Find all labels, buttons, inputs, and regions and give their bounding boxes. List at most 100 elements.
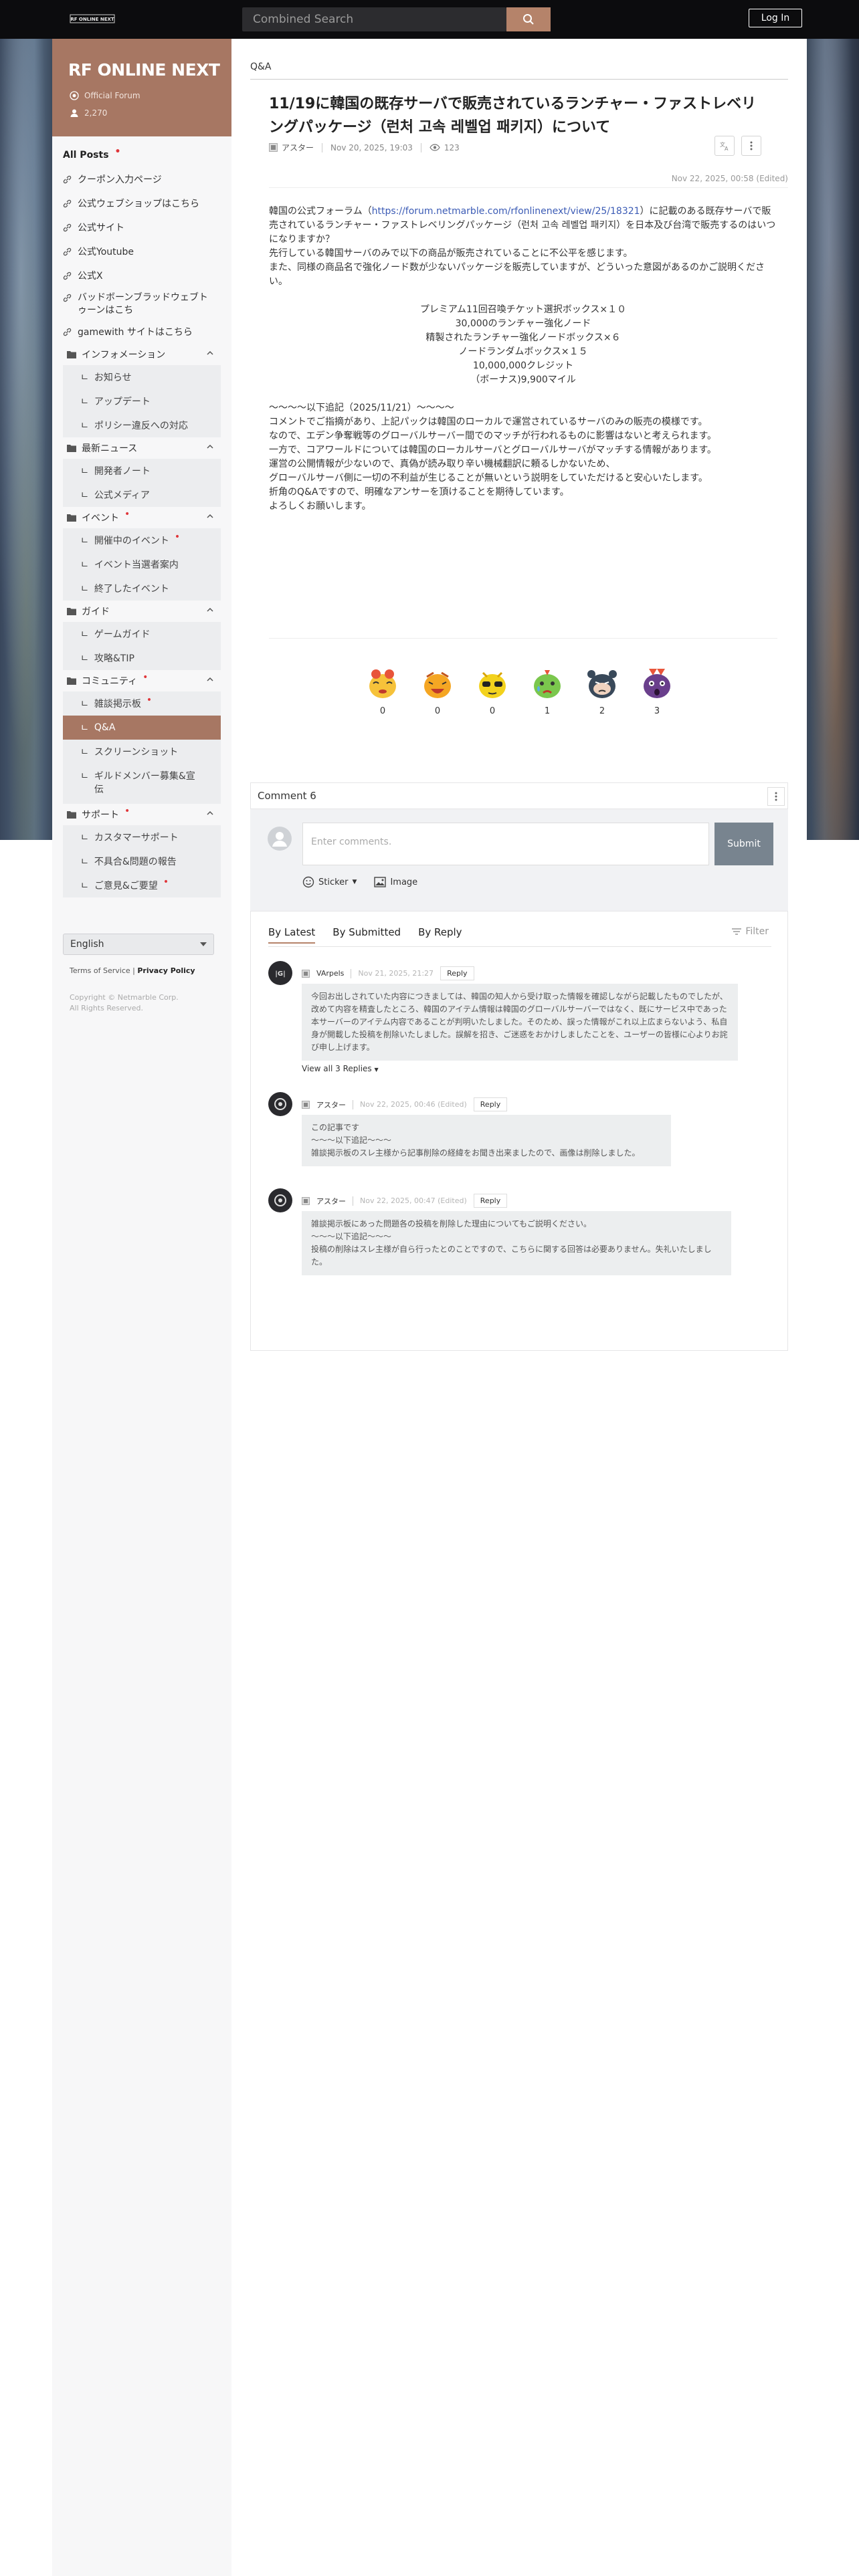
- sidebar-item-x[interactable]: 公式X: [63, 263, 221, 288]
- main-content: Q&A 11/19に韓国の既存サーバで販売されているランチャー・ファストレベリン…: [231, 39, 807, 2576]
- sidebar-item-event-winners[interactable]: ㄴイベント当選者案内: [63, 552, 221, 576]
- comment-input[interactable]: Enter comments.: [302, 823, 709, 865]
- sidebar-category-support[interactable]: サポート •: [63, 804, 221, 825]
- addendum-line: コメントでご指摘があり、上記パックは韓国のローカルで運営されているサーバのみの販…: [269, 417, 708, 427]
- chevron-up-icon[interactable]: [206, 606, 214, 614]
- sidebar-item-label: イベント当選者案内: [94, 560, 179, 570]
- sidebar-item-youtube[interactable]: 公式Youtube: [63, 239, 221, 263]
- forum-link[interactable]: https://forum.netmarble.com/rfonlinenext…: [372, 206, 640, 217]
- forum-title[interactable]: RF ONLINE NEXT: [68, 60, 220, 80]
- sidebar-item-webshop[interactable]: 公式ウェブショップはこちら: [63, 191, 221, 215]
- paragraph: 先行している韓国サーバのみで以下の商品が販売されていることに不公平を感じます。: [269, 248, 633, 259]
- sticker-button[interactable]: Sticker ▼: [302, 876, 357, 888]
- submit-button[interactable]: Submit: [714, 823, 773, 865]
- sidebar-item-guild-recruit[interactable]: ㄴギルドメンバー募集&宣伝: [63, 764, 221, 804]
- sidebar-item-media[interactable]: ㄴ公式メディア: [63, 483, 221, 507]
- sidebar-item-gamewith[interactable]: gamewith サイトはこちら: [63, 320, 221, 344]
- avatar[interactable]: [268, 1092, 292, 1116]
- reply-button[interactable]: Reply: [473, 1097, 508, 1111]
- view-replies-button[interactable]: View all 3 Replies ▼: [302, 1064, 379, 1073]
- sidebar-item-update[interactable]: ㄴアップデート: [63, 389, 221, 413]
- avatar[interactable]: |G|: [268, 961, 292, 985]
- sidebar-item-notice[interactable]: ㄴお知らせ: [63, 365, 221, 389]
- chevron-up-icon[interactable]: [206, 809, 214, 817]
- login-button[interactable]: Log In: [749, 9, 802, 27]
- new-dot: •: [163, 877, 169, 887]
- tab-by-submitted[interactable]: By Submitted: [332, 926, 401, 944]
- sidebar-category-events[interactable]: イベント •: [63, 507, 221, 528]
- chevron-down-icon: [200, 942, 207, 946]
- tab-by-reply[interactable]: By Reply: [418, 926, 462, 944]
- chevron-up-icon[interactable]: [206, 512, 214, 520]
- privacy-link[interactable]: Privacy Policy: [137, 966, 195, 975]
- reaction-cool[interactable]: 0: [472, 665, 512, 716]
- rank-badge-icon: [269, 143, 278, 152]
- sidebar-item-webtoon[interactable]: バッドボーンブラッドウェブトゥーンはこち: [63, 288, 221, 320]
- reaction-angry[interactable]: 2: [582, 665, 622, 716]
- sidebar-category-information[interactable]: インフォメーション: [63, 344, 221, 365]
- reply-button[interactable]: Reply: [473, 1194, 508, 1208]
- reaction-count: 2: [599, 706, 605, 716]
- reply-button[interactable]: Reply: [440, 966, 474, 980]
- sidebar-item-label: アップデート: [94, 397, 151, 407]
- comment-author[interactable]: VArpels: [316, 969, 344, 978]
- sidebar-item-customer-support[interactable]: ㄴカスタマーサポート: [63, 825, 221, 849]
- sub-arrow-icon: ㄴ: [80, 397, 89, 407]
- post-meta: アスター Nov 20, 2025, 19:03 123: [269, 142, 460, 153]
- sidebar-item-dev-notes[interactable]: ㄴ開発者ノート: [63, 459, 221, 483]
- comment-more-button[interactable]: [767, 787, 785, 806]
- sidebar-category-news[interactable]: 最新ニュース: [63, 437, 221, 459]
- all-posts-label: All Posts: [63, 150, 109, 160]
- sidebar-item-game-guide[interactable]: ㄴゲームガイド: [63, 622, 221, 646]
- category-label: インフォメーション: [82, 350, 166, 360]
- translate-button[interactable]: 文A: [714, 136, 735, 156]
- comment-line: この記事です: [311, 1123, 360, 1132]
- cool-emoji-icon: [479, 671, 506, 698]
- sidebar-item-label: ギルドメンバー募集&宣伝: [94, 771, 195, 795]
- sidebar-item-policy[interactable]: ㄴポリシー違反への対応: [63, 413, 221, 437]
- chevron-up-icon[interactable]: [206, 675, 214, 683]
- filter-button[interactable]: Filter: [732, 926, 769, 937]
- comment-list: By Latest By Submitted By Reply Filter |…: [250, 911, 788, 1351]
- site-logo[interactable]: RF ONLINE NEXT: [69, 9, 116, 28]
- sidebar-item-coupon[interactable]: クーポン入力ページ: [63, 167, 221, 191]
- sidebar-item-label: ゲームガイド: [94, 629, 151, 640]
- comment-count-title: Comment 6: [258, 790, 316, 802]
- reaction-laugh[interactable]: 0: [417, 665, 458, 716]
- chevron-up-icon[interactable]: [206, 349, 214, 357]
- reaction-love[interactable]: 0: [363, 665, 403, 716]
- search-button[interactable]: [506, 7, 551, 31]
- sidebar-item-ended-events[interactable]: ㄴ終了したイベント: [63, 576, 221, 601]
- comment-meta: アスター Nov 22, 2025, 00:46 (Edited) Reply: [302, 1097, 508, 1111]
- svg-text:A: A: [725, 146, 729, 151]
- tab-by-latest[interactable]: By Latest: [268, 926, 316, 944]
- breadcrumb[interactable]: Q&A: [250, 62, 272, 72]
- sidebar-category-guide[interactable]: ガイド: [63, 601, 221, 622]
- comment-author[interactable]: アスター: [316, 1099, 346, 1110]
- post-more-button[interactable]: [741, 136, 761, 156]
- sidebar-item-ongoing-events[interactable]: ㄴ開催中のイベント •: [63, 528, 221, 552]
- chevron-up-icon[interactable]: [206, 443, 214, 451]
- comment-author[interactable]: アスター: [316, 1196, 346, 1206]
- sidebar-item-tips[interactable]: ㄴ攻略&TIP: [63, 646, 221, 670]
- reaction-shock[interactable]: 3: [637, 665, 677, 716]
- image-button[interactable]: Image: [374, 877, 417, 887]
- sidebar-category-community[interactable]: コミュニティ •: [63, 670, 221, 691]
- sidebar-item-all-posts[interactable]: All Posts •: [63, 143, 221, 167]
- terms-link[interactable]: Terms of Service: [70, 966, 130, 975]
- avatar[interactable]: [268, 1188, 292, 1212]
- post-author[interactable]: アスター: [269, 142, 314, 153]
- language-select[interactable]: English: [63, 934, 214, 955]
- sidebar-item-qa[interactable]: ㄴ Q&A: [63, 716, 221, 740]
- addendum-line: なので、エデン争奪戦等のグローバルサーバー間でのマッチが行われるものに影響はない…: [269, 431, 717, 441]
- category-label: ガイド: [82, 607, 110, 617]
- image-label: Image: [390, 877, 418, 887]
- search-input[interactable]: Combined Search: [242, 7, 506, 31]
- copyright: Copyright © Netmarble Corp. All Rights R…: [70, 992, 179, 1014]
- sidebar-item-feedback[interactable]: ㄴご意見&ご要望 •: [63, 873, 221, 897]
- reaction-sad[interactable]: 1: [527, 665, 567, 716]
- sidebar-item-official-site[interactable]: 公式サイト: [63, 215, 221, 239]
- sidebar-item-bug-report[interactable]: ㄴ不具合&問題の報告: [63, 849, 221, 873]
- sidebar-item-screenshots[interactable]: ㄴスクリーンショット: [63, 740, 221, 764]
- sidebar-item-chat-board[interactable]: ㄴ雑談掲示板 •: [63, 691, 221, 716]
